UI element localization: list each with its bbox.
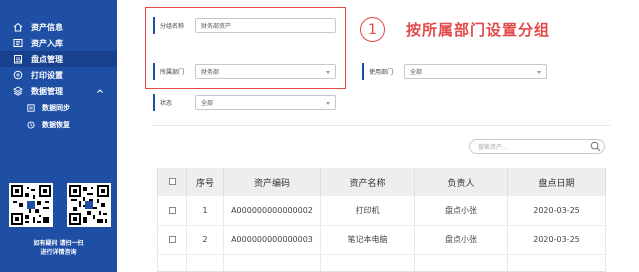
row-checkbox[interactable] [168, 206, 176, 214]
sidebar-item-asset-inbound[interactable]: 资产入库 [0, 35, 117, 51]
printer-icon [13, 70, 23, 80]
inbox-icon [13, 38, 23, 48]
restore-icon [27, 120, 35, 129]
caret-down-icon [537, 71, 541, 74]
qr-code-image [67, 183, 111, 227]
sidebar-nav: 资产信息 资产入库 盘点管理 打印设置 数据管理 数据同步 数据恢复 [0, 19, 117, 133]
table-cell-asset-name: 笔记本电脑 [320, 225, 415, 255]
table-cell-asset-code: A000000000000002 [223, 196, 321, 226]
inventory-table: 序号 资产编码 资产名称 负责人 盘点日期 1 A000000000000002… [157, 168, 606, 272]
sidebar-item-data-management[interactable]: 数据管理 [0, 83, 117, 99]
sidebar-item-label: 盘点管理 [31, 54, 63, 64]
sidebar-item-asset-info[interactable]: 资产信息 [0, 19, 117, 35]
user-department-field: 使用部门 全部 [362, 63, 547, 80]
search-input[interactable]: 搜索资产... [469, 139, 605, 154]
select-all-checkbox[interactable] [168, 178, 176, 185]
qr-caption-line: 进行详情咨询 [40, 249, 77, 256]
caret-down-icon [326, 71, 330, 74]
sidebar-item-label: 资产信息 [31, 22, 63, 32]
sidebar-item-data-sync[interactable]: 数据同步 [0, 99, 117, 116]
table-row-empty [157, 254, 606, 272]
owner-department-field: 所属部门 财务部 [153, 63, 336, 80]
group-name-field: 分组名称 财务部资产 [153, 17, 336, 34]
column-header-asset-name[interactable]: 资产名称 [320, 168, 415, 196]
user-department-select[interactable]: 全部 [404, 64, 547, 79]
caret-down-icon [326, 102, 330, 105]
select-all-cell [157, 168, 187, 196]
chevron-up-icon[interactable] [96, 87, 104, 95]
table-cell-index: 1 [186, 196, 224, 226]
status-select[interactable]: 全部 [195, 95, 336, 110]
owner-department-select[interactable]: 财务部 [195, 64, 336, 79]
group-name-input[interactable]: 财务部资产 [195, 18, 336, 33]
home-icon [13, 22, 23, 32]
clipboard-icon [13, 54, 23, 64]
table-cell-owner: 盘点小张 [414, 196, 508, 226]
table-cell-inventory-date: 2020-03-25 [507, 225, 606, 255]
qr-code-row [9, 183, 111, 227]
qr-caption-line: 如有疑问 请扫一扫 [33, 240, 84, 247]
table-row[interactable]: 1 A000000000000002 打印机 盘点小张 2020-03-25 [157, 196, 606, 226]
group-name-label: 分组名称 [160, 23, 185, 30]
user-department-value: 全部 [410, 69, 423, 76]
sidebar-item-label: 数据恢复 [42, 120, 70, 129]
table-cell-asset-code: A000000000000003 [223, 225, 321, 255]
table-cell-index: 2 [186, 225, 224, 255]
annotation-number-badge: 1 [360, 17, 385, 42]
sidebar-item-data-restore[interactable]: 数据恢复 [0, 116, 117, 133]
sidebar-item-print-settings[interactable]: 打印设置 [0, 67, 117, 83]
sidebar-item-label: 打印设置 [31, 70, 63, 80]
qr-code-image [9, 183, 53, 227]
annotation-text: 按所属部门设置分组 [406, 21, 551, 39]
sidebar: 资产信息 资产入库 盘点管理 打印设置 数据管理 数据同步 数据恢复 如有疑问 … [0, 0, 117, 272]
column-header-inventory-date[interactable]: 盘点日期 [507, 168, 606, 196]
sidebar-item-inventory-management[interactable]: 盘点管理 [0, 51, 117, 67]
qr-caption: 如有疑问 请扫一扫 进行详情咨询 [0, 239, 117, 257]
table-cell-owner: 盘点小张 [414, 225, 508, 255]
status-value: 全部 [201, 100, 214, 107]
layers-icon [13, 86, 23, 96]
sidebar-item-label: 数据管理 [31, 86, 63, 96]
table-row[interactable]: 2 A000000000000003 笔记本电脑 盘点小张 2020-03-25 [157, 225, 606, 255]
row-select-cell [157, 196, 187, 226]
table-cell-asset-name: 打印机 [320, 196, 415, 226]
status-label: 状态 [160, 100, 173, 107]
sidebar-item-label: 数据同步 [42, 103, 70, 112]
sync-icon [27, 103, 35, 112]
table-cell-inventory-date: 2020-03-25 [507, 196, 606, 226]
user-department-label: 使用部门 [369, 69, 394, 76]
owner-department-label: 所属部门 [160, 69, 185, 76]
search-placeholder: 搜索资产... [478, 144, 508, 151]
row-checkbox[interactable] [168, 236, 176, 243]
section-divider [153, 125, 610, 126]
table-header-row: 序号 资产编码 资产名称 负责人 盘点日期 [157, 168, 606, 196]
search-icon[interactable] [590, 141, 601, 152]
column-header-owner[interactable]: 负责人 [414, 168, 508, 196]
column-header-asset-code[interactable]: 资产编码 [223, 168, 321, 196]
status-field: 状态 全部 [153, 94, 336, 111]
owner-department-value: 财务部 [201, 69, 220, 76]
column-header-index[interactable]: 序号 [186, 168, 224, 196]
row-select-cell [157, 225, 187, 255]
sidebar-item-label: 资产入库 [31, 38, 63, 48]
